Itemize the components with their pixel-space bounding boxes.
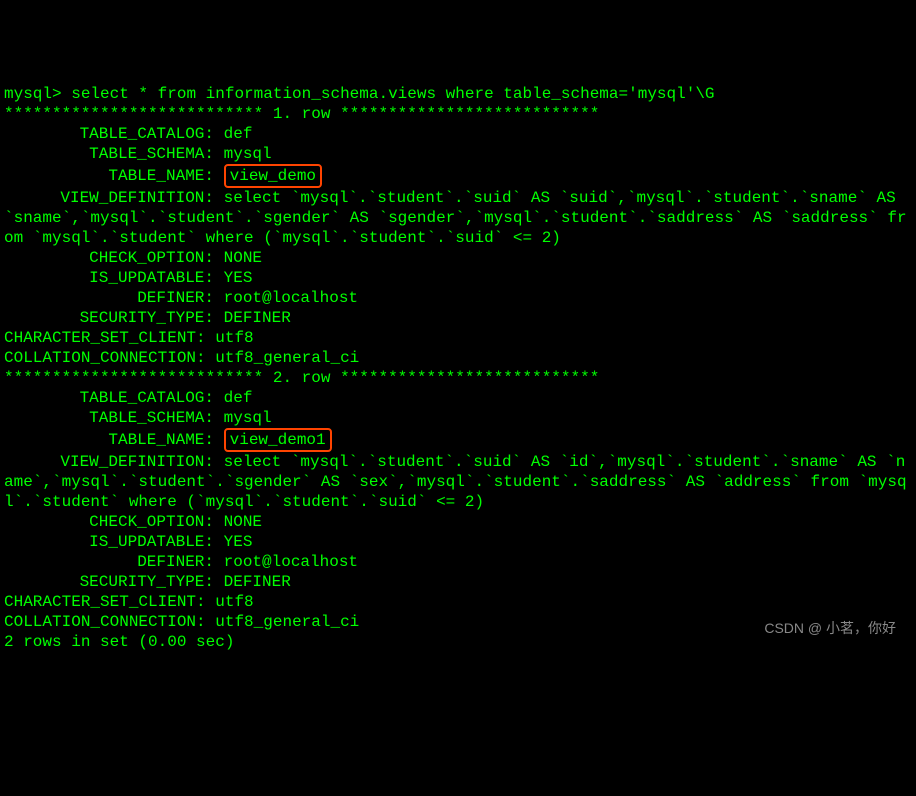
field-label: TABLE_SCHEMA:	[4, 144, 214, 164]
field-label: COLLATION_CONNECTION:	[4, 349, 206, 367]
field-label: TABLE_CATALOG:	[4, 388, 214, 408]
field-value: NONE	[224, 513, 262, 531]
field-value: mysql	[224, 145, 272, 163]
field-label: IS_UPDATABLE:	[4, 268, 214, 288]
highlighted-view-name: view_demo	[224, 164, 322, 188]
terminal-output: mysql> select * from information_schema.…	[4, 84, 912, 652]
field-value: root@localhost	[224, 289, 358, 307]
field-label: CHECK_OPTION:	[4, 512, 214, 532]
field-label: TABLE_SCHEMA:	[4, 408, 214, 428]
field-label: CHARACTER_SET_CLIENT:	[4, 593, 206, 611]
field-label: CHARACTER_SET_CLIENT:	[4, 329, 206, 347]
field-value: def	[224, 125, 253, 143]
field-value: DEFINER	[224, 573, 291, 591]
field-label: TABLE_NAME:	[4, 166, 214, 186]
field-label: DEFINER:	[4, 552, 214, 572]
sql-query: select * from information_schema.views w…	[71, 85, 714, 103]
field-value: YES	[224, 269, 253, 287]
field-label: VIEW_DEFINITION:	[4, 452, 214, 472]
field-label: COLLATION_CONNECTION:	[4, 613, 206, 631]
field-value: root@localhost	[224, 553, 358, 571]
mysql-prompt: mysql>	[4, 85, 71, 103]
row-divider-2: *************************** 2. row *****…	[4, 368, 912, 388]
field-label: VIEW_DEFINITION:	[4, 188, 214, 208]
field-value: utf8_general_ci	[215, 613, 359, 631]
watermark: CSDN @ 小茗，你好	[764, 620, 896, 638]
field-label: SECURITY_TYPE:	[4, 308, 214, 328]
field-label: TABLE_NAME:	[4, 430, 214, 450]
row-divider-1: *************************** 1. row *****…	[4, 104, 912, 124]
field-label: SECURITY_TYPE:	[4, 572, 214, 592]
field-value: mysql	[224, 409, 272, 427]
field-label: TABLE_CATALOG:	[4, 124, 214, 144]
highlighted-view-name: view_demo1	[224, 428, 332, 452]
field-value: def	[224, 389, 253, 407]
result-summary: 2 rows in set (0.00 sec)	[4, 633, 234, 651]
field-label: IS_UPDATABLE:	[4, 532, 214, 552]
field-value: NONE	[224, 249, 262, 267]
field-value: utf8_general_ci	[215, 349, 359, 367]
field-label: CHECK_OPTION:	[4, 248, 214, 268]
field-value: YES	[224, 533, 253, 551]
field-label: DEFINER:	[4, 288, 214, 308]
field-value: DEFINER	[224, 309, 291, 327]
field-value: utf8	[215, 329, 253, 347]
field-value: utf8	[215, 593, 253, 611]
